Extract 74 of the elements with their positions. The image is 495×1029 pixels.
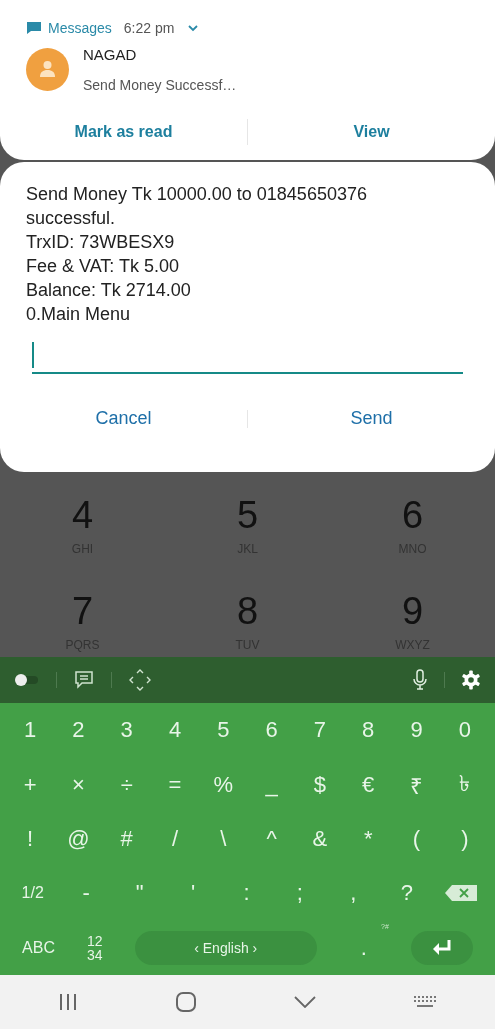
move-arrows-icon[interactable] <box>128 668 152 692</box>
backspace-icon[interactable] <box>445 885 478 902</box>
key[interactable]: ABC <box>22 938 55 957</box>
key[interactable]: 4 <box>160 717 191 744</box>
key[interactable]: " <box>124 880 155 907</box>
key[interactable]: ^ <box>256 826 287 852</box>
toggle-switch[interactable] <box>14 673 40 687</box>
key[interactable]: 12 34 <box>87 933 103 962</box>
key[interactable]: # <box>111 826 142 852</box>
key[interactable]: = <box>160 771 191 798</box>
key[interactable]: - <box>71 880 102 907</box>
message-text: Balance: Tk 2714.00 <box>26 279 192 302</box>
key[interactable]: € <box>353 771 384 798</box>
key[interactable]: @ <box>63 826 94 852</box>
key[interactable]: 1/2 <box>17 884 48 903</box>
chevron-down-icon[interactable] <box>188 24 199 32</box>
key[interactable]: ? <box>391 880 422 907</box>
notification-action-button[interactable]: View <box>248 119 495 145</box>
key[interactable]: ' <box>178 880 209 907</box>
key[interactable]: ₹ <box>401 769 432 800</box>
dialog-button[interactable]: Cancel <box>0 404 247 433</box>
key[interactable]: ÷ <box>111 771 142 798</box>
message-text: TrxID: 73WBESX9 <box>26 231 176 254</box>
key[interactable]: ) <box>449 826 480 852</box>
message-text: Fee & VAT: Tk 5.00 <box>26 255 181 278</box>
key[interactable]: + <box>15 771 46 798</box>
key[interactable]: 1 <box>15 717 46 744</box>
key[interactable]: ৳ <box>449 766 480 804</box>
key[interactable]: 0 <box>449 717 480 744</box>
space-key[interactable]: ‹ English › <box>134 930 317 965</box>
enter-key[interactable] <box>410 930 473 965</box>
key[interactable]: \ <box>208 826 239 852</box>
key[interactable]: 2 <box>63 717 94 744</box>
key[interactable]: : <box>231 880 262 907</box>
key[interactable]: 6 <box>256 717 287 744</box>
key[interactable]: , <box>338 880 369 907</box>
key[interactable]: ; <box>284 880 315 907</box>
dial-digit: 6 <box>401 494 424 536</box>
avatar-icon <box>26 48 69 91</box>
message-text: Send Money Tk 10000.00 to 01845650376 successful. <box>26 183 368 230</box>
back-chevron-icon[interactable] <box>293 996 316 1008</box>
key[interactable]: % <box>208 771 239 798</box>
key[interactable]: 5 <box>208 717 239 744</box>
app-name: Messages <box>48 20 112 36</box>
home-icon[interactable] <box>175 991 198 1013</box>
key[interactable]: 9 <box>401 717 432 744</box>
dial-digit: 7 <box>71 590 94 632</box>
microphone-icon[interactable] <box>412 669 428 691</box>
keyboard-icon[interactable] <box>412 995 437 1009</box>
speech-bubble-icon[interactable] <box>73 669 95 691</box>
key[interactable]: 8 <box>353 717 384 744</box>
settings-icon[interactable] <box>461 670 481 690</box>
chat-bubble-icon <box>26 21 42 35</box>
key[interactable]: ( <box>401 826 432 852</box>
key[interactable]: / <box>160 826 191 852</box>
key[interactable]: 7 <box>304 717 335 744</box>
notification-time: 6:22 pm <box>123 20 175 36</box>
key[interactable]: 3 <box>111 717 142 744</box>
dial-digit: 5 <box>236 494 259 536</box>
notification-action-button[interactable]: Mark as read <box>0 119 247 145</box>
key[interactable]: * <box>353 826 384 852</box>
dialog-button[interactable]: Send <box>248 404 495 433</box>
key[interactable]: × <box>63 771 94 798</box>
dial-digit: 8 <box>236 590 259 632</box>
message-text: 0.Main Menu <box>26 303 132 326</box>
sender-name: NAGAD <box>83 46 138 63</box>
dial-digit: 9 <box>401 590 424 632</box>
key[interactable]: & <box>304 826 335 852</box>
key[interactable]: _ <box>256 771 287 798</box>
key[interactable]: ! <box>15 826 46 852</box>
recent-apps-icon[interactable] <box>58 993 79 1011</box>
key[interactable]: $ <box>304 771 335 798</box>
dial-digit: 4 <box>71 494 94 536</box>
message-preview: Send Money Successf… <box>83 77 237 93</box>
